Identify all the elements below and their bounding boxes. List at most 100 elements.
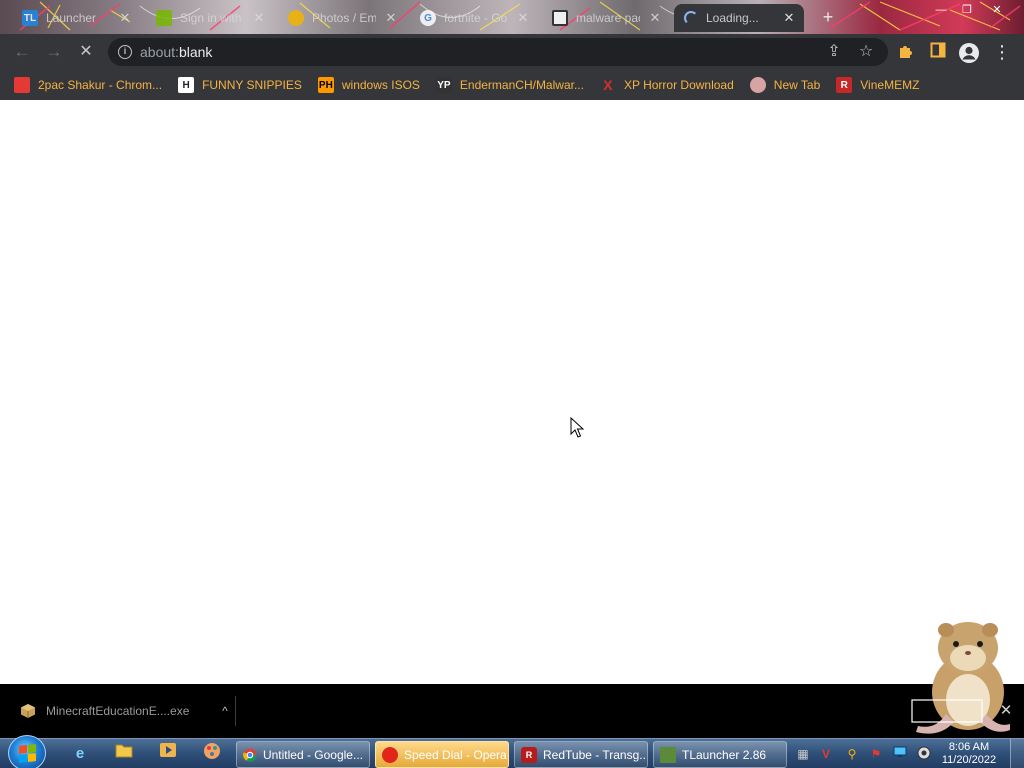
bookmark-star-icon[interactable]: ☆	[856, 43, 876, 61]
profile-avatar-icon[interactable]	[958, 42, 979, 63]
tray-app-icon[interactable]: ▦	[795, 746, 811, 762]
tray-volume-icon[interactable]	[916, 746, 932, 762]
taskbar-item-tlauncher[interactable]: TLauncher 2.86	[653, 741, 787, 768]
hamster-sticker-icon	[911, 622, 1010, 734]
bookmark-xp-horror[interactable]: X XP Horror Download	[600, 77, 734, 93]
url-text: about:blank	[140, 44, 213, 60]
minimize-button[interactable]: —	[928, 2, 954, 18]
bookmark-label: XP Horror Download	[623, 78, 734, 92]
ph-icon: PH	[317, 77, 334, 93]
screen: TL Launcher ✕ Sign in with ✕ Photos / Em…	[0, 0, 1024, 768]
bookmark-windows-isos[interactable]: PH windows ISOS	[317, 77, 420, 93]
tab-close-icon[interactable]: ✕	[782, 11, 796, 25]
windows-taskbar: e Untitled - Google... Speed Dial - Oper…	[0, 735, 1024, 768]
tray-search-icon[interactable]: ⚲	[844, 746, 860, 762]
yp-icon: YP	[435, 77, 452, 93]
start-button[interactable]	[8, 735, 46, 768]
bookmark-label: New Tab	[773, 78, 821, 92]
taskbar-item-opera[interactable]: Speed Dial - Opera	[375, 741, 509, 768]
h-letter-icon: H	[178, 77, 195, 93]
system-clock[interactable]: 8:06 AM 11/20/2022	[936, 741, 1002, 767]
page-content[interactable]	[0, 100, 1024, 684]
taskbar-item-label: Speed Dial - Opera	[404, 747, 507, 762]
tab-photos[interactable]: Photos / Embo ✕	[278, 4, 406, 32]
taskbar-item-label: TLauncher 2.86	[682, 747, 767, 762]
photos-icon	[288, 10, 304, 26]
x-letter-icon: X	[603, 77, 613, 93]
chevron-up-icon[interactable]: ^	[215, 704, 235, 718]
redtube-icon: R	[521, 746, 537, 763]
close-window-button[interactable]: ✕	[984, 2, 1010, 18]
installer-package-icon	[21, 704, 35, 718]
tab-close-icon[interactable]: ✕	[648, 11, 662, 25]
bookmark-label: VineMEMZ	[860, 78, 920, 92]
back-arrow-icon[interactable]: ←	[10, 40, 34, 64]
show-desktop-button[interactable]	[1010, 739, 1024, 768]
tab-close-icon[interactable]: ✕	[516, 11, 530, 25]
bookmarks-bar: 2pac Shakur - Chrom... H FUNNY SNIPPIES …	[0, 70, 1024, 100]
tab-close-icon[interactable]: ✕	[118, 11, 132, 25]
tray-network-icon[interactable]	[892, 746, 908, 762]
bookmark-vinememz[interactable]: R VineMEMZ	[836, 77, 919, 93]
tab-title: malware pac	[576, 11, 640, 25]
browser-toolbar: ← → ✕ i about:blank ⇪ ☆ ⋮	[0, 34, 1024, 70]
bookmark-new-tab[interactable]: New Tab	[749, 77, 821, 93]
tab-fortnite[interactable]: G fortnite - Go ✕	[410, 4, 538, 32]
media-player-icon[interactable]	[156, 742, 180, 766]
r-letter-icon: R	[836, 77, 853, 93]
tab-title: Loading...	[706, 11, 759, 25]
side-panel-icon[interactable]	[928, 42, 948, 62]
minecraft-block-icon	[660, 746, 676, 763]
bookmark-2pac[interactable]: 2pac Shakur - Chrom...	[14, 77, 162, 93]
tab-strip: TL Launcher ✕ Sign in with ✕ Photos / Em…	[0, 0, 1024, 34]
menu-kebab-icon[interactable]: ⋮	[992, 42, 1012, 62]
archive-icon	[552, 10, 568, 26]
taskbar-item-chrome[interactable]: Untitled - Google...	[236, 741, 370, 768]
internet-explorer-icon[interactable]: e	[68, 742, 92, 766]
forward-arrow-icon[interactable]: →	[42, 40, 66, 64]
loading-spinner-icon	[684, 11, 698, 25]
bookmark-label: windows ISOS	[341, 78, 420, 92]
download-shelf: MinecraftEducationE....exe ^ ✕	[0, 684, 1024, 738]
tab-close-icon[interactable]: ✕	[384, 11, 398, 25]
tray-v-icon[interactable]: V	[818, 746, 834, 762]
new-tab-icon	[749, 77, 766, 93]
opera-icon	[382, 746, 398, 763]
restore-button[interactable]: ❐	[954, 2, 980, 18]
stop-loading-icon[interactable]: ✕	[74, 40, 98, 64]
taskbar-item-redtube[interactable]: R RedTube - Transg...	[514, 741, 648, 768]
tab-close-icon[interactable]: ✕	[252, 11, 266, 25]
windows-logo-icon	[19, 744, 36, 763]
bookmark-label: FUNNY SNIPPIES	[202, 78, 302, 92]
tab-title: Photos / Embo	[312, 11, 376, 25]
tray-flag-icon[interactable]: ⚑	[868, 746, 884, 762]
tab-sign-in[interactable]: Sign in with ✕	[146, 4, 274, 32]
download-file-name: MinecraftEducationE....exe	[46, 704, 190, 718]
bookmark-label: 2pac Shakur - Chrom...	[38, 78, 163, 92]
address-bar[interactable]: i about:blank	[108, 38, 888, 66]
mouse-cursor-icon	[570, 417, 584, 438]
tab-title: fortnite - Go	[444, 11, 508, 25]
chrome-icon	[243, 747, 257, 762]
taskbar-item-label: RedTube - Transg...	[543, 747, 648, 762]
tab-malware[interactable]: malware pac ✕	[542, 4, 670, 32]
nvidia-icon	[156, 10, 172, 26]
bookmark-endermanch[interactable]: YP EndermanCH/Malwar...	[435, 77, 584, 93]
tab-title: Sign in with	[180, 11, 242, 25]
paint-icon[interactable]	[200, 742, 224, 766]
google-icon: G	[420, 10, 436, 26]
bookmark-funny-snippies[interactable]: H FUNNY SNIPPIES	[178, 77, 302, 93]
clock-time: 8:06 AM	[948, 741, 990, 753]
clock-date: 11/20/2022	[941, 754, 997, 766]
chrome-web-store-icon	[14, 77, 30, 93]
taskbar-item-label: Untitled - Google...	[262, 747, 363, 762]
download-item[interactable]: MinecraftEducationE....exe ^	[12, 696, 236, 726]
share-icon[interactable]: ⇪	[824, 43, 844, 61]
folder-icon[interactable]	[112, 742, 136, 766]
info-icon[interactable]: i	[118, 45, 132, 59]
new-tab-button[interactable]: +	[818, 7, 838, 27]
tab-loading[interactable]: Loading... ✕	[674, 4, 804, 32]
tab-launcher[interactable]: TL Launcher ✕	[12, 4, 140, 32]
bookmark-label: EndermanCH/Malwar...	[459, 78, 584, 92]
extensions-puzzle-icon[interactable]	[896, 42, 916, 62]
